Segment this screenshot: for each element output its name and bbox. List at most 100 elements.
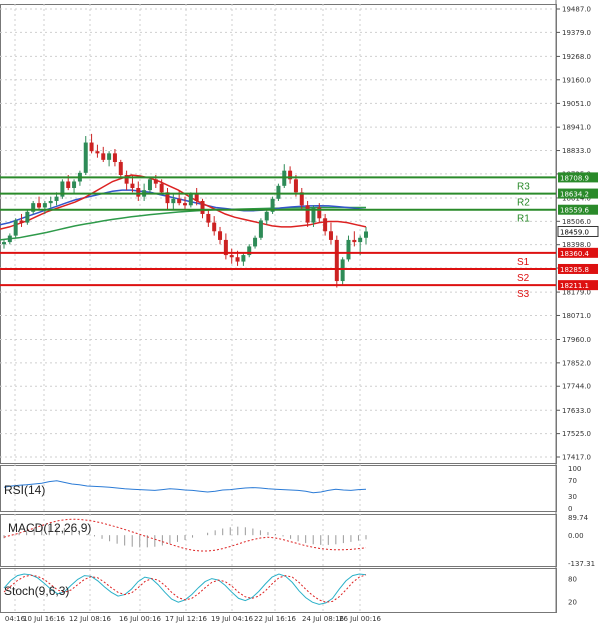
indicator-tick-label: 89.74 [568, 514, 589, 522]
candle-body [241, 255, 246, 262]
candle-body [305, 205, 310, 223]
level-tag-s1: 18360.4 [560, 250, 589, 258]
indicator-tick-label: 0 [568, 505, 572, 513]
candle-body [153, 179, 158, 184]
candle-body [2, 242, 6, 245]
candle-body [276, 185, 281, 199]
y-tick-label: 18833.0 [562, 147, 591, 155]
x-tick-label: 22 Jul 16:16 [254, 615, 297, 623]
candle-body [340, 259, 345, 282]
y-tick-label: 18941.0 [562, 124, 591, 132]
level-name-r3: R3 [517, 181, 530, 192]
candle-body [42, 203, 47, 208]
indicator-tick-label: 30 [568, 493, 577, 501]
candle-body [188, 194, 193, 206]
panel-frame-3 [0, 568, 557, 613]
candle-body [72, 181, 77, 188]
candle-body [66, 181, 71, 188]
level-name-r2: R2 [517, 198, 530, 209]
level-tag-s3: 18211.1 [560, 282, 589, 290]
ma-slow-line [0, 206, 366, 241]
level-tag-s2: 18285.8 [560, 266, 589, 274]
candle-body [101, 153, 106, 160]
candle-body [364, 231, 368, 238]
candle-body [107, 153, 112, 160]
candle-body [13, 220, 18, 236]
y-tick-label: 17417.0 [562, 454, 591, 462]
level-tag-r3: 18708.9 [560, 174, 589, 182]
candle-body [358, 237, 363, 243]
candle-body [200, 200, 205, 214]
candle-body [136, 187, 141, 197]
y-tick-label: 17525.0 [562, 430, 591, 438]
indicator-tick-label: 80 [568, 576, 577, 584]
x-tick-label: 26 Jul 00:16 [339, 615, 382, 623]
level-tag-r1: 18559.6 [560, 207, 589, 215]
indicator-tick-label: -137.31 [568, 560, 595, 568]
level-name-r1: R1 [517, 214, 530, 225]
last-price-tag: 18459.0 [560, 228, 589, 236]
level-name-s1: S1 [517, 257, 530, 268]
candle-body [25, 211, 30, 223]
candle-body [83, 142, 88, 173]
candle-body [235, 257, 240, 262]
y-tick-label: 19487.0 [562, 6, 591, 14]
x-tick-label: 12 Jul 08:16 [69, 615, 112, 623]
indicator-tick-label: 0.00 [568, 532, 584, 540]
candle-body [89, 142, 94, 152]
candle-body [218, 231, 223, 240]
y-tick-label: 18506.0 [562, 218, 591, 226]
x-tick-label: 16 Jul 00:16 [119, 615, 162, 623]
panel-frame-1 [0, 465, 557, 512]
candle-body [124, 174, 129, 184]
candle-body [253, 237, 258, 247]
level-tag-r2: 18634.2 [560, 191, 589, 199]
level-name-s3: S3 [517, 289, 530, 300]
rsi-line [3, 480, 367, 494]
candle-body [177, 198, 182, 204]
candle-body [112, 153, 117, 163]
y-tick-label: 18071.0 [562, 312, 591, 320]
candle-body [19, 220, 24, 223]
candle-body [229, 255, 234, 258]
x-tick-label: 10 Jul 16:16 [23, 615, 66, 623]
y-tick-label: 17744.0 [562, 383, 591, 391]
candle-body [48, 200, 53, 204]
y-tick-label: 19160.0 [562, 76, 591, 84]
candle-body [37, 203, 42, 208]
rsi-label: RSI(14) [4, 483, 46, 497]
indicator-tick-label: 20 [568, 598, 577, 606]
y-tick-label: 17852.0 [562, 359, 591, 367]
candle-body [328, 231, 333, 240]
y-tick-label: 19379.0 [562, 29, 591, 37]
candle-body [183, 203, 187, 206]
candle-body [95, 151, 100, 154]
stoch-label: Stoch(9,6,3) [4, 584, 70, 598]
x-tick-label: 17 Jul 12:16 [165, 615, 208, 623]
candle-body [258, 220, 263, 238]
candle-body [147, 179, 152, 191]
y-tick-label: 19051.0 [562, 100, 591, 108]
candle-body [334, 239, 339, 282]
candle-body [323, 218, 328, 232]
y-tick-label: 19268.0 [562, 53, 591, 61]
candle-body [54, 196, 59, 201]
level-name-s2: S2 [517, 273, 530, 284]
macd-label: MACD(12,26,9) [8, 521, 92, 535]
y-tick-label: 17960.0 [562, 336, 591, 344]
y-tick-label: 17633.0 [562, 407, 591, 415]
candle-body [352, 239, 357, 243]
panel-frame-0 [0, 4, 557, 464]
indicator-tick-label: 100 [568, 465, 581, 473]
candle-body [118, 162, 123, 175]
candle-body [264, 211, 269, 221]
candle-body [206, 213, 211, 223]
candle-body [212, 222, 217, 232]
indicator-tick-label: 70 [568, 477, 577, 485]
candle-body [293, 179, 298, 193]
candle-body [194, 194, 199, 201]
candle-body [171, 198, 176, 204]
candle-body [159, 183, 164, 193]
x-tick-label: 19 Jul 04:16 [211, 615, 254, 623]
candle-body [7, 235, 12, 243]
